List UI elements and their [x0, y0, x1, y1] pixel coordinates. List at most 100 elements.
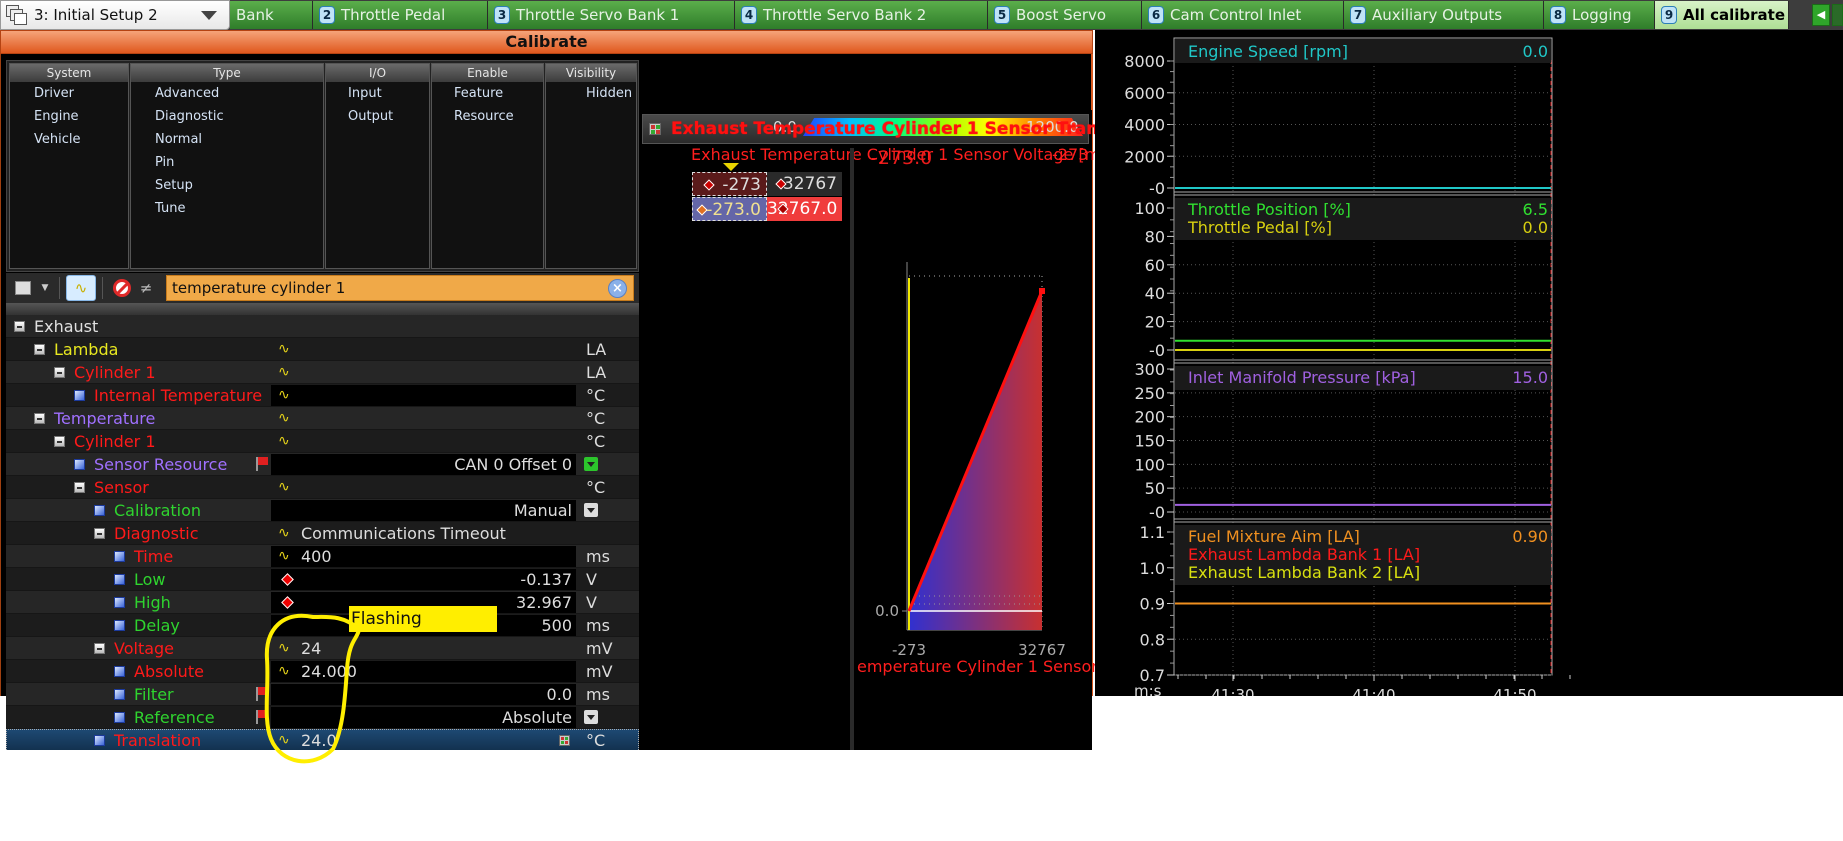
collapse-icon[interactable]	[34, 344, 45, 355]
tab-cam-control-inlet[interactable]: 6 Cam Control Inlet	[1142, 1, 1344, 29]
tree-row[interactable]: Exhaust	[6, 315, 639, 338]
tab-scroll-right-button[interactable]	[1832, 4, 1843, 26]
table-axis-cell[interactable]: -273	[692, 172, 767, 196]
filter-column-system: System Driver Engine Vehicle	[9, 63, 129, 269]
dropdown-button[interactable]	[584, 710, 598, 724]
tab-number-badge: 7	[1350, 6, 1366, 24]
tree-row[interactable]: Cylinder 1 ∿ LA	[6, 361, 639, 384]
graph-point[interactable]	[1039, 288, 1045, 294]
wave-icon: ∿	[74, 279, 88, 297]
tree-row-value[interactable]: -0.137	[271, 569, 576, 590]
filter-item[interactable]: Setup	[131, 174, 323, 197]
legend-label: Fuel Mixture Aim [LA]	[1188, 527, 1360, 546]
filter-item[interactable]: Advanced	[131, 82, 323, 105]
filter-column-header[interactable]: Type	[131, 64, 323, 82]
tree-row-unit: °C	[586, 478, 606, 497]
time-graph-panel: 8000 6000 4000 2000 -0 Engine Speed [rpm] 0.0 1…	[1095, 30, 1843, 696]
filter-item[interactable]: Hidden	[546, 82, 636, 105]
filter-column-header[interactable]: Visibility	[546, 64, 636, 82]
tree-row[interactable]: Sensor ∿ °C	[6, 476, 639, 499]
filter-column-header[interactable]: System	[10, 64, 128, 82]
filter-item[interactable]: Diagnostic	[131, 105, 323, 128]
clear-filter-button[interactable]	[109, 275, 135, 301]
tree-row[interactable]: Diagnostic ∿ Communications Timeout	[6, 522, 639, 545]
tab-scroll-left-button[interactable]: ◀	[1812, 4, 1830, 26]
table-value-cell-value: -273.0	[706, 200, 761, 220]
search-input[interactable]: temperature cylinder 1 ×	[166, 275, 634, 301]
tree-row[interactable]: Temperature ∿ °C	[6, 407, 639, 430]
collapse-icon[interactable]	[94, 643, 105, 654]
tree-view-button[interactable]	[9, 275, 37, 301]
collapse-icon[interactable]	[54, 436, 65, 447]
filter-column-io: I/O Input Output	[325, 63, 430, 269]
y-tick-label: 8000	[1124, 52, 1165, 71]
tree-row-value: ∿	[271, 408, 576, 429]
tab-throttle-pedal[interactable]: 2 Throttle Pedal	[313, 1, 488, 29]
filter-item[interactable]: Feature	[432, 82, 543, 105]
tree-column-header	[6, 303, 639, 315]
tree-row-value[interactable]: CAN 0 Offset 0	[271, 454, 576, 475]
filter-column-header[interactable]: I/O	[326, 64, 429, 82]
tab-label: Cam Control Inlet	[1170, 6, 1302, 24]
show-wave-button[interactable]: ∿	[66, 275, 96, 301]
filter-item[interactable]: Engine	[10, 105, 128, 128]
filter-item[interactable]: Normal	[131, 128, 323, 151]
filter-item[interactable]: Pin	[131, 151, 323, 174]
y-tick-label: 1.0	[1140, 559, 1165, 578]
tree-row[interactable]: Cylinder 1 ∿ °C	[6, 430, 639, 453]
tree-row-value-text: 0.0	[546, 685, 572, 704]
wave-icon: ∿	[278, 387, 290, 403]
wave-icon: ∿	[278, 525, 290, 541]
collapse-icon[interactable]	[14, 321, 25, 332]
table-value-cell[interactable]: -273.0	[692, 197, 767, 221]
tree-row[interactable]: Calibration Manual	[6, 499, 639, 522]
tree-row[interactable]: Time ∿ 400 ms	[6, 545, 639, 568]
dropdown-button[interactable]	[584, 503, 598, 517]
tree-row[interactable]: Low -0.137 V	[6, 568, 639, 591]
worksheet-selector[interactable]: 3: Initial Setup 2	[0, 0, 230, 30]
tab-number-badge: 4	[741, 6, 757, 24]
collapse-icon[interactable]	[54, 367, 65, 378]
filter-item[interactable]: Input	[326, 82, 429, 105]
tree-row[interactable]: Lambda ∿ LA	[6, 338, 639, 361]
tab-throttle-servo-bank-1[interactable]: 3 Throttle Servo Bank 1	[488, 1, 735, 29]
tab-auxiliary-outputs[interactable]: 7 Auxiliary Outputs	[1344, 1, 1544, 29]
x-tick-label: 41:50	[1493, 686, 1536, 696]
filter-columns: System Driver Engine Vehicle Type Advanced Dia…	[6, 60, 639, 272]
collapse-icon[interactable]	[34, 413, 45, 424]
table-axis-cell[interactable]: 32767	[767, 172, 842, 196]
dropdown-button[interactable]	[584, 457, 598, 471]
collapse-icon[interactable]	[74, 482, 85, 493]
wave-icon: ∿	[278, 364, 290, 380]
filter-column-header[interactable]: Enable	[432, 64, 543, 82]
filter-item[interactable]: Output	[326, 105, 429, 128]
tree-row[interactable]: Internal Temperature ∿ °C	[6, 384, 639, 407]
tree-row-value[interactable]: ∿	[271, 385, 576, 406]
tab-boost-servo[interactable]: 5 Boost Servo	[988, 1, 1142, 29]
tree-row-label: Time	[134, 547, 174, 566]
collapse-icon[interactable]	[94, 528, 105, 539]
wave-icon: ∿	[278, 410, 290, 426]
clear-search-icon[interactable]: ×	[608, 279, 627, 298]
axis-overlay-value: -273.0	[871, 147, 933, 169]
tab-throttle-servo-bank-2[interactable]: 4 Throttle Servo Bank 2	[735, 1, 988, 29]
toolbar-divider	[102, 277, 103, 299]
table-grid-icon[interactable]	[649, 123, 661, 135]
table-value-cell[interactable]: 32767.0	[767, 197, 842, 221]
tree-view-dropdown[interactable]: ▼	[37, 275, 53, 301]
tree-row-value[interactable]: Manual	[271, 500, 576, 521]
filter-item[interactable]: Driver	[10, 82, 128, 105]
tab-all-calibrate[interactable]: 9 All calibrate	[1655, 1, 1789, 29]
table-grid-icon[interactable]	[559, 735, 570, 746]
tree-row-value[interactable]: ∿ 400	[271, 546, 576, 567]
filter-item[interactable]: Vehicle	[10, 128, 128, 151]
tab-logging[interactable]: 8 Logging	[1544, 1, 1655, 29]
parameter-icon	[114, 689, 125, 700]
filter-item[interactable]: Resource	[432, 105, 543, 128]
tree-row[interactable]: Sensor Resource CAN 0 Offset 0	[6, 453, 639, 476]
y-tick-label: 250	[1134, 384, 1165, 403]
tab-bank[interactable]: Bank	[230, 1, 313, 29]
filter-item[interactable]: Tune	[131, 197, 323, 220]
not-equal-toggle[interactable]: ≠	[135, 275, 157, 301]
tree-row-value-text: -0.137	[520, 570, 572, 589]
